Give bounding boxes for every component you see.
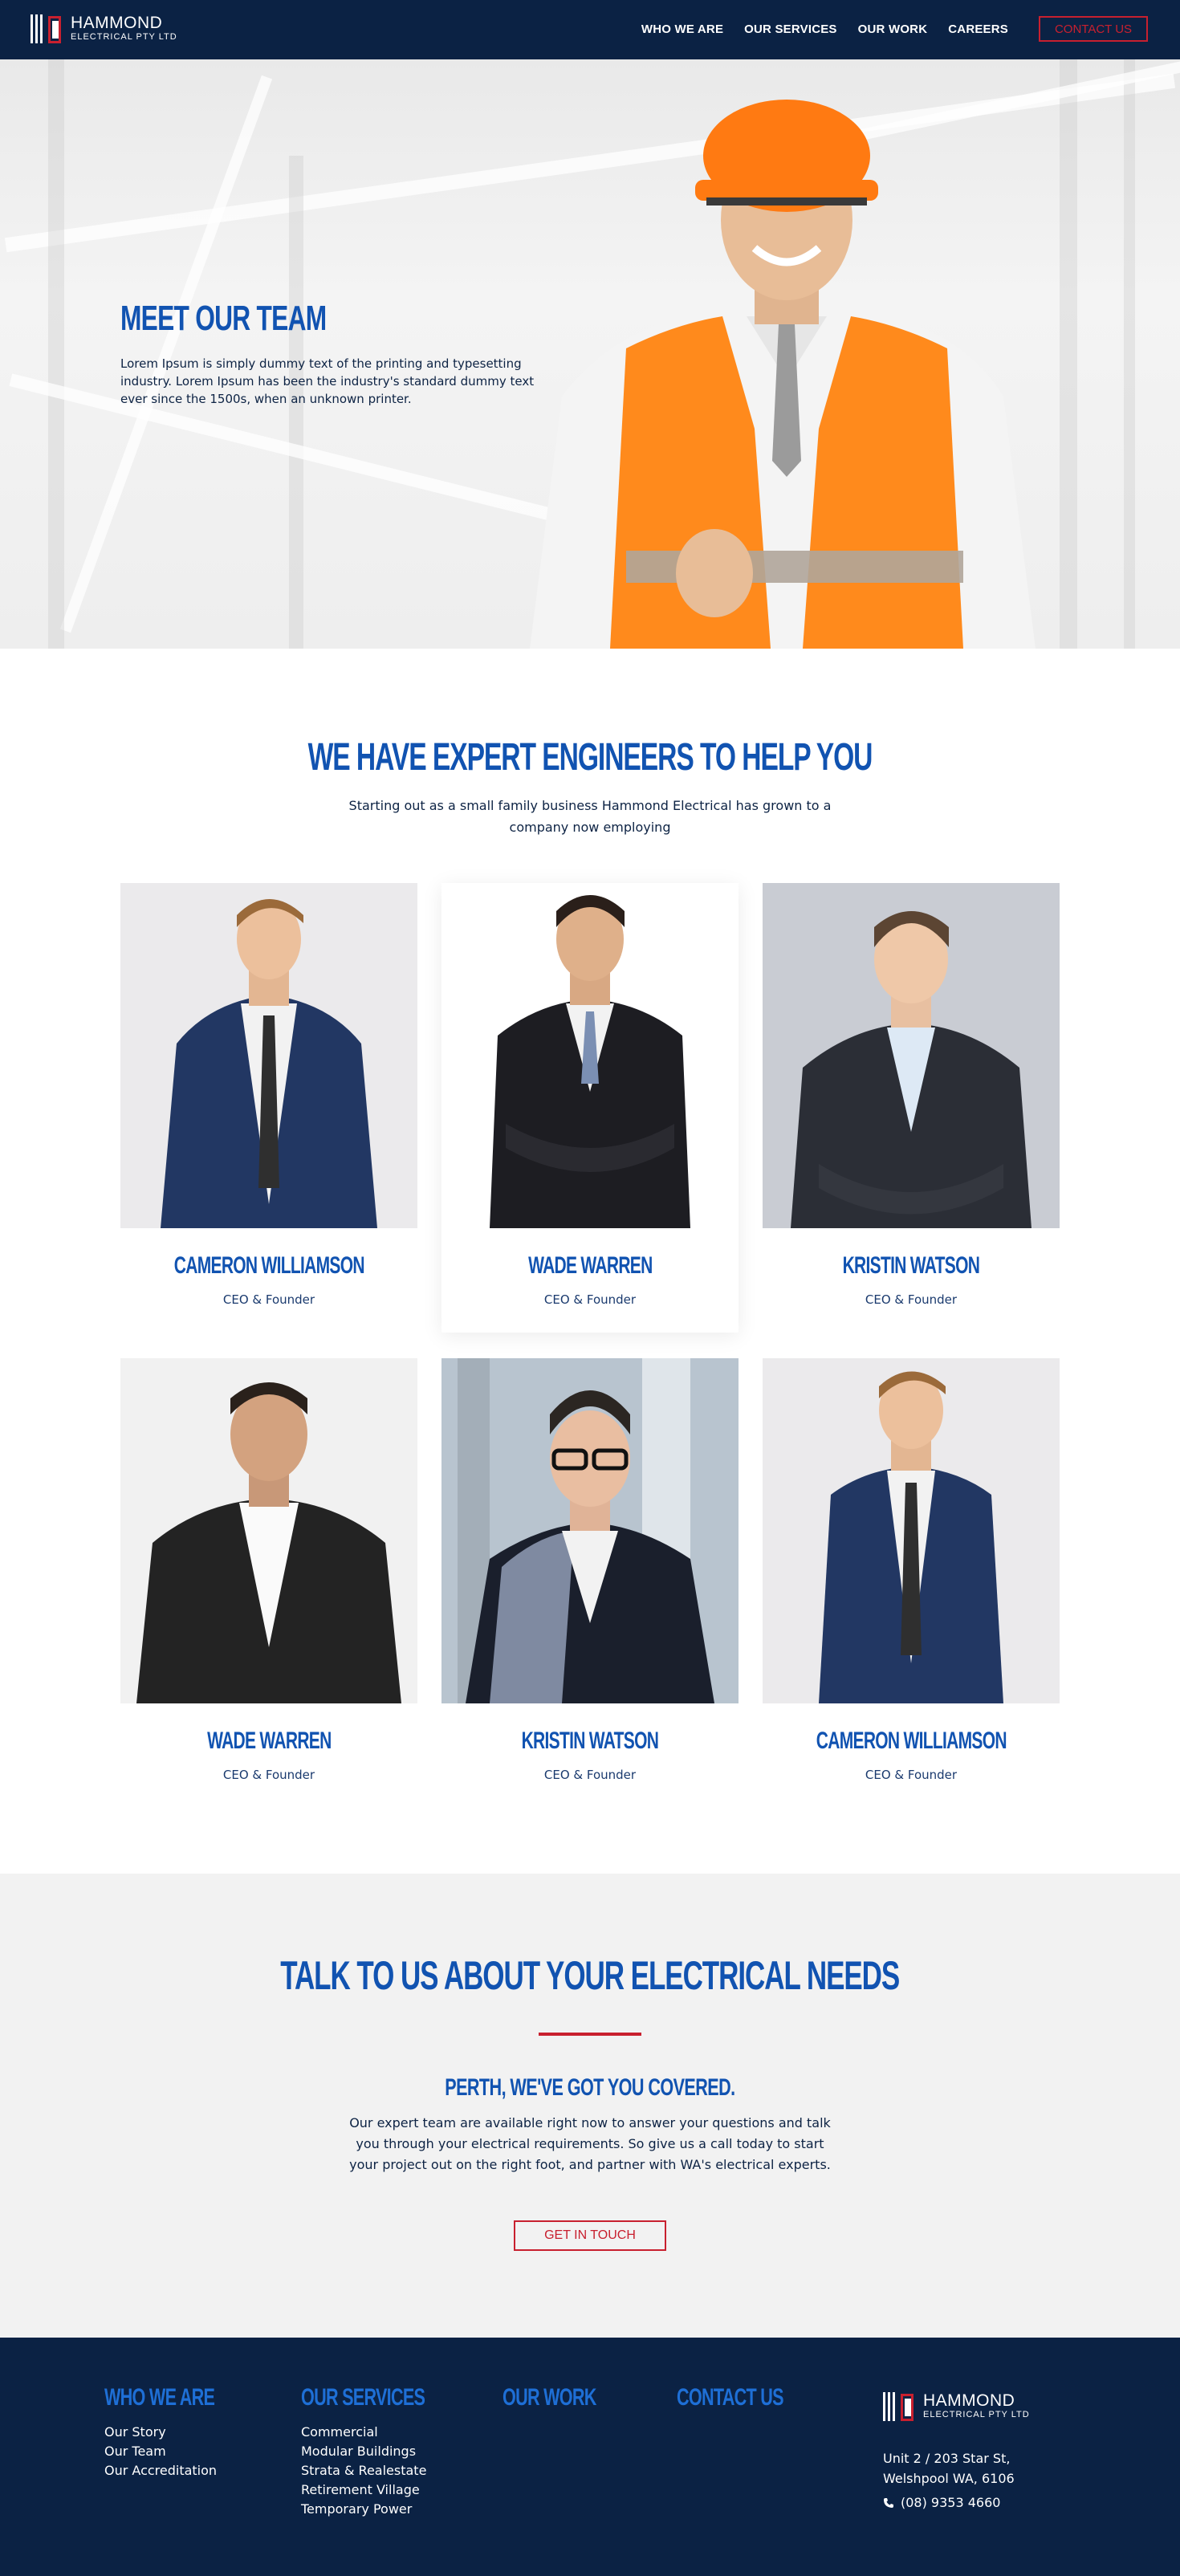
footer-heading-our-services[interactable]: OUR SERVICES: [301, 2384, 425, 2411]
footer-link-our-accreditation[interactable]: Our Accreditation: [104, 2461, 258, 2480]
team-member-photo: [120, 883, 417, 1228]
team-member-name: CAMERON WILLIAMSON: [816, 1728, 1007, 1754]
team-member-photo: [763, 1358, 1060, 1703]
footer-logo-name: HAMMOND: [923, 2391, 1015, 2410]
hero-description: Lorem Ipsum is simply dummy text of the …: [120, 356, 535, 406]
nav-link-our-services[interactable]: OUR SERVICES: [744, 22, 837, 36]
team-member-photo: [441, 1358, 739, 1703]
footer-logo-tagline: ELECTRICAL PTY LTD: [923, 2410, 1030, 2419]
heading-divider: [539, 2033, 641, 2036]
hero-title: MEET OUR TEAM: [120, 299, 327, 338]
team-heading: WE HAVE EXPERT ENGINEERS TO HELP YOU: [307, 736, 873, 779]
footer-link-our-story[interactable]: Our Story: [104, 2423, 258, 2442]
engineer-photo: [530, 100, 1036, 649]
contact-us-button[interactable]: CONTACT US: [1039, 16, 1148, 42]
contact-heading: TALK TO US ABOUT YOUR ELECTRICAL NEEDS: [280, 1953, 901, 1998]
footer-heading-who-we-are[interactable]: WHO WE ARE: [104, 2384, 215, 2411]
footer-our-services: OUR SERVICES Commercial Modular Building…: [301, 2384, 473, 2519]
team-member-photo: [120, 1358, 417, 1703]
team-member-role: CEO & Founder: [543, 1292, 637, 1307]
team-section-heading: WE HAVE EXPERT ENGINEERS TO HELP YOU: [0, 735, 1180, 779]
contact-subheading: PERTH, WE'VE GOT YOU COVERED.: [445, 2074, 735, 2101]
nav-link-careers[interactable]: CAREERS: [948, 22, 1008, 36]
team-member-card[interactable]: CAMERON WILLIAMSON CEO & Founder: [120, 883, 417, 1333]
logo-mark-icon: [883, 2391, 915, 2423]
team-member-name: CAMERON WILLIAMSON: [173, 1252, 364, 1279]
footer-contact-us: CONTACT US: [677, 2384, 824, 2423]
nav-menu: WHO WE ARE OUR SERVICES OUR WORK CAREERS…: [621, 16, 1148, 42]
team-member-card[interactable]: CAMERON WILLIAMSON CEO & Founder: [763, 1358, 1060, 1808]
footer-link-modular-buildings[interactable]: Modular Buildings: [301, 2442, 473, 2461]
team-member-name: WADE WARREN: [206, 1728, 332, 1754]
footer-link-temporary-power[interactable]: Temporary Power: [301, 2500, 473, 2519]
address-line-1: Unit 2 / 203 Star St,: [883, 2451, 1011, 2466]
team-member-card[interactable]: KRISTIN WATSON CEO & Founder: [763, 883, 1060, 1333]
logo-tagline: ELECTRICAL PTY LTD: [71, 32, 177, 42]
team-member-name: KRISTIN WATSON: [521, 1728, 659, 1754]
logo-mark-icon: [31, 13, 63, 45]
hero-banner: MEET OUR TEAM Lorem Ipsum is simply dumm…: [0, 59, 1180, 649]
footer-our-work: OUR WORK: [503, 2384, 633, 2423]
nav-link-who-we-are[interactable]: WHO WE ARE: [641, 22, 723, 36]
footer-address: Unit 2 / 203 Star St, Welshpool WA, 6106: [883, 2448, 1015, 2489]
footer-logo[interactable]: HAMMOND ELECTRICAL PTY LTD: [883, 2391, 1030, 2423]
team-member-photo: [441, 883, 739, 1228]
logo-name: HAMMOND: [71, 14, 163, 32]
team-member-photo: [763, 883, 1060, 1228]
top-navigation: HAMMOND ELECTRICAL PTY LTD WHO WE ARE OU…: [0, 0, 1180, 59]
team-member-role: CEO & Founder: [865, 1292, 958, 1307]
contact-description: Our expert team are available right now …: [349, 2115, 831, 2172]
team-member-role: CEO & Founder: [865, 1768, 958, 1782]
footer-heading-contact-us[interactable]: CONTACT US: [677, 2384, 784, 2411]
team-member-role: CEO & Founder: [222, 1292, 315, 1307]
team-subheading: Starting out as a small family business …: [348, 798, 832, 835]
site-footer: WHO WE ARE Our Story Our Team Our Accred…: [0, 2338, 1180, 2576]
phone-icon: [884, 2497, 893, 2508]
team-member-role: CEO & Founder: [543, 1768, 637, 1782]
get-in-touch-button[interactable]: GET IN TOUCH: [514, 2220, 666, 2251]
team-member-role: CEO & Founder: [222, 1768, 315, 1782]
team-member-card[interactable]: WADE WARREN CEO & Founder: [120, 1358, 417, 1808]
footer-link-retirement-village[interactable]: Retirement Village: [301, 2480, 473, 2500]
brand-logo[interactable]: HAMMOND ELECTRICAL PTY LTD: [31, 13, 177, 45]
footer-link-our-team[interactable]: Our Team: [104, 2442, 258, 2461]
team-member-name: WADE WARREN: [527, 1252, 653, 1279]
team-member-card[interactable]: WADE WARREN CEO & Founder: [441, 883, 739, 1333]
team-member-card[interactable]: KRISTIN WATSON CEO & Founder: [441, 1358, 739, 1808]
address-line-2: Welshpool WA, 6106: [883, 2471, 1015, 2486]
contact-section: TALK TO US ABOUT YOUR ELECTRICAL NEEDS P…: [0, 1874, 1180, 2338]
footer-heading-our-work[interactable]: OUR WORK: [503, 2384, 596, 2411]
team-member-name: KRISTIN WATSON: [842, 1252, 980, 1279]
footer-who-we-are: WHO WE ARE Our Story Our Team Our Accred…: [104, 2384, 258, 2480]
nav-link-our-work[interactable]: OUR WORK: [858, 22, 928, 36]
footer-phone[interactable]: (08) 9353 4660: [883, 2495, 1000, 2510]
footer-link-strata-realestate[interactable]: Strata & Realestate: [301, 2461, 473, 2480]
footer-link-commercial[interactable]: Commercial: [301, 2423, 473, 2442]
phone-number: (08) 9353 4660: [901, 2495, 1001, 2510]
